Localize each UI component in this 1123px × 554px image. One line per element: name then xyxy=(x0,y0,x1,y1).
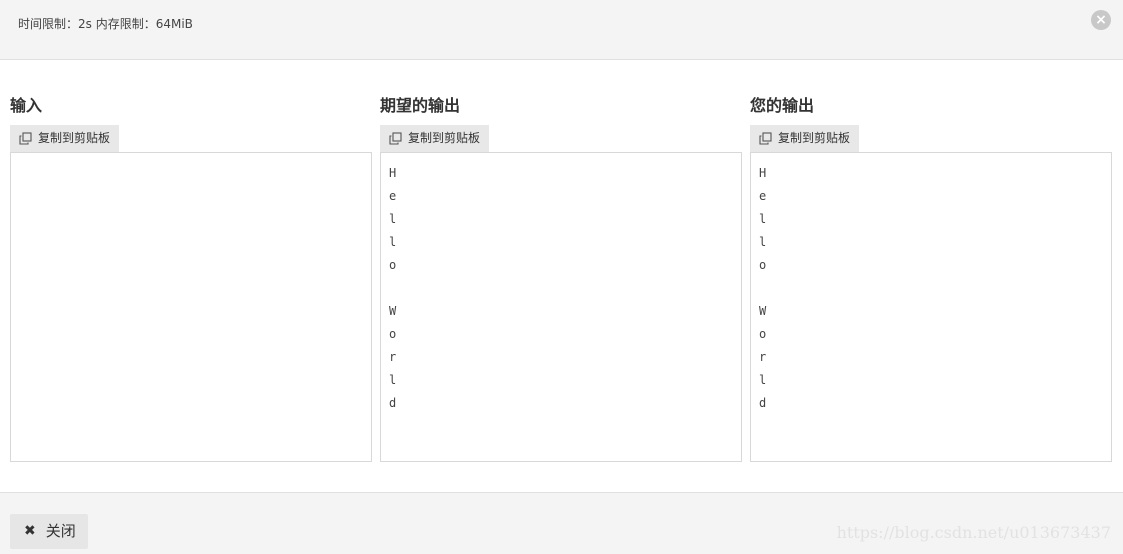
input-title: 输入 xyxy=(10,96,43,115)
close-icon: ✖ xyxy=(24,523,36,539)
copy-label: 复制到剪贴板 xyxy=(408,131,481,145)
expected-output-column: 期望的输出 复制到剪贴板 H e l l o W o r l d xyxy=(380,60,742,492)
copy-input-button[interactable]: 复制到剪贴板 xyxy=(10,125,120,152)
your-output-box[interactable]: H e l l o W o r l d xyxy=(750,152,1112,462)
io-columns: 输入 复制到剪贴板 期望的输出 复制到剪贴板 H e l l o W o r l… xyxy=(0,60,1123,492)
copy-label: 复制到剪贴板 xyxy=(38,131,111,145)
input-column: 输入 复制到剪贴板 xyxy=(10,60,372,492)
expected-output-box[interactable]: H e l l o W o r l d xyxy=(380,152,742,462)
your-output-column: 您的输出 复制到剪贴板 H e l l o W o r l d xyxy=(750,60,1112,492)
input-box[interactable] xyxy=(10,152,372,462)
modal-header: 时间限制：2s 内存限制：64MiB × xyxy=(0,0,1123,60)
result-modal: 时间限制：2s 内存限制：64MiB × 输入 复制到剪贴板 期望的输出 复制到… xyxy=(0,0,1123,554)
your-output-title: 您的输出 xyxy=(750,96,815,115)
close-circle-icon[interactable]: × xyxy=(1091,10,1111,30)
expected-output-title: 期望的输出 xyxy=(380,96,461,115)
close-button[interactable]: ✖ 关闭 xyxy=(10,514,88,549)
copy-your-output-button[interactable]: 复制到剪贴板 xyxy=(750,125,860,152)
modal-footer: ✖ 关闭 https://blog.csdn.net/u013673437 xyxy=(0,492,1123,554)
close-label: 关闭 xyxy=(45,522,76,540)
copy-label: 复制到剪贴板 xyxy=(778,131,851,145)
limits-text: 时间限制：2s 内存限制：64MiB xyxy=(18,17,193,31)
watermark: https://blog.csdn.net/u013673437 xyxy=(836,523,1111,542)
copy-expected-button[interactable]: 复制到剪贴板 xyxy=(380,125,490,152)
copy-icon xyxy=(389,132,402,145)
copy-icon xyxy=(759,132,772,145)
copy-icon xyxy=(19,132,32,145)
